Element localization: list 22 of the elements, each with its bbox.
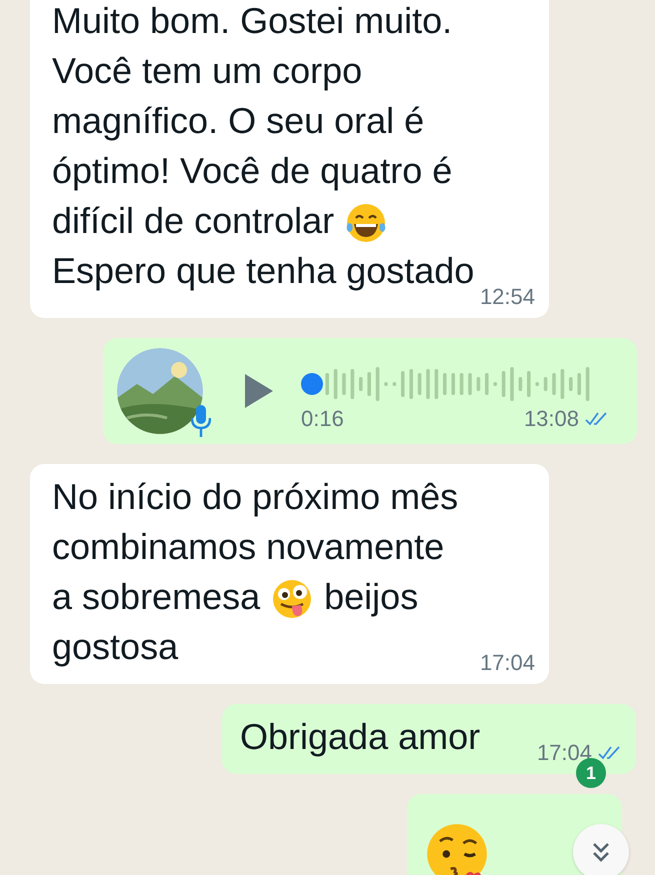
message-text: Você tem um corpo (52, 50, 362, 91)
message-text: magnífico. O seu oral é (52, 100, 424, 141)
voice-duration: 0:16 (301, 406, 344, 432)
message-text: óptimo! Você de quatro é (52, 150, 452, 191)
message-time: 17:04 (480, 650, 535, 676)
message-text: difícil de controlar (52, 200, 334, 241)
double-chevron-icon (591, 841, 611, 863)
message-text: gostosa (52, 626, 178, 667)
message-text: combinamos novamente (52, 526, 444, 567)
message-time: 13:08 (524, 406, 579, 432)
message-text: Espero que tenha gostado (52, 250, 474, 291)
kissing-face-icon (425, 822, 489, 875)
message-time: 12:54 (480, 284, 535, 310)
play-icon (243, 372, 275, 410)
message-text: Obrigada amor (240, 716, 480, 757)
unread-badge: 1 (576, 758, 606, 788)
message-text: No início do próximo mês (52, 476, 458, 517)
message-text: Muito bom. Gostei muito. (52, 0, 452, 41)
playback-thumb[interactable] (301, 373, 323, 395)
microphone-icon (191, 404, 211, 438)
message-text: beijos (324, 576, 418, 617)
message-text: a sobremesa (52, 576, 260, 617)
